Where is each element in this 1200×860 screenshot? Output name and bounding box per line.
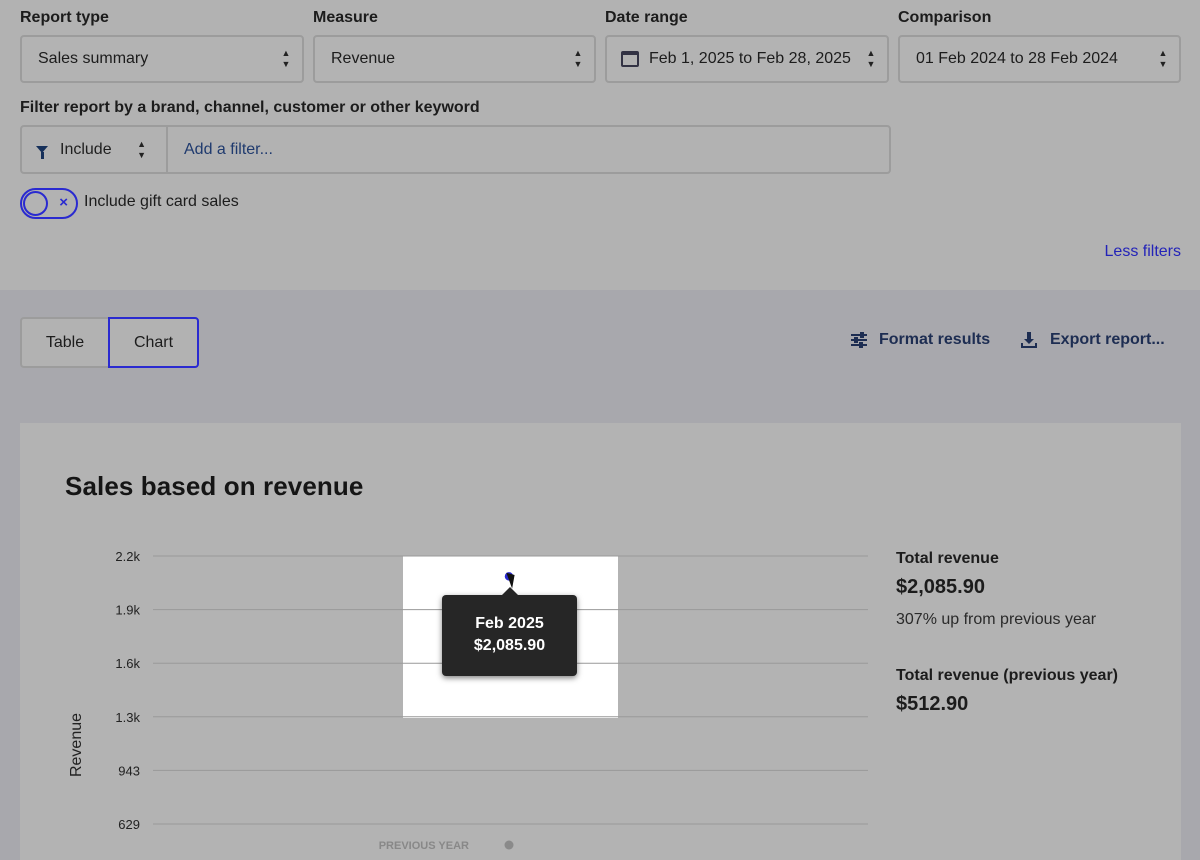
y-tick-label: 943 xyxy=(118,763,140,778)
tooltip-period: Feb 2025 xyxy=(475,615,544,632)
revenue-stats: Total revenue $2,085.90 307% up from pre… xyxy=(896,550,1118,716)
select-stepper-icon: ▲ ▼ xyxy=(1158,48,1168,69)
results-area: Table Chart Format results Export report… xyxy=(0,290,1200,860)
y-axis-label: Revenue xyxy=(68,713,85,777)
comparison-value: 01 Feb 2024 to 28 Feb 2024 xyxy=(916,50,1118,67)
measure-select[interactable]: Revenue ▲ ▼ xyxy=(313,35,596,83)
view-tabs: Table Chart xyxy=(20,317,199,368)
keyword-filter: Include ▲ ▼ xyxy=(20,125,891,174)
export-report-label: Export report... xyxy=(1050,331,1165,348)
y-tick-label: 1.3k xyxy=(115,710,140,725)
legend-previous-year-label: PREVIOUS YEAR xyxy=(379,840,469,852)
date-range-value: Feb 1, 2025 to Feb 28, 2025 xyxy=(649,50,851,67)
measure-label: Measure xyxy=(313,9,378,26)
chart-card: Sales based on revenue 2.2k 1.9k 1.6k 1.3k 9… xyxy=(20,423,1181,860)
gift-card-toggle[interactable]: × xyxy=(20,188,78,219)
total-revenue-label: Total revenue xyxy=(896,550,999,567)
report-type-select[interactable]: Sales summary ▲ ▼ xyxy=(20,35,304,83)
download-icon xyxy=(1021,332,1037,348)
report-type-label: Report type xyxy=(20,9,109,26)
y-tick-label: 1.9k xyxy=(115,603,140,618)
funnel-icon xyxy=(36,146,48,159)
tab-table[interactable]: Table xyxy=(20,317,108,368)
include-mode-select[interactable]: Include ▲ ▼ xyxy=(22,127,168,172)
less-filters-link[interactable]: Less filters xyxy=(1105,243,1181,261)
toggle-knob xyxy=(23,191,48,216)
format-results-label: Format results xyxy=(879,331,991,348)
select-stepper-icon: ▲ ▼ xyxy=(866,48,876,69)
filters-panel: Report type Sales summary ▲ ▼ Measure Rev… xyxy=(0,0,1200,290)
y-tick-label: 629 xyxy=(118,817,140,832)
revenue-change-note: 307% up from previous year xyxy=(896,611,1097,628)
close-icon: × xyxy=(59,194,68,211)
total-revenue-value: $2,085.90 xyxy=(896,576,985,598)
tab-chart[interactable]: Chart xyxy=(108,317,199,368)
sliders-icon xyxy=(851,332,867,348)
date-range-label: Date range xyxy=(605,9,688,26)
y-tick-label: 2.2k xyxy=(115,549,140,564)
format-results-button[interactable]: Format results xyxy=(851,331,990,349)
legend-previous-year-marker xyxy=(504,840,514,850)
gift-card-toggle-label: Include gift card sales xyxy=(84,193,239,210)
comparison-select[interactable]: 01 Feb 2024 to 28 Feb 2024 ▲ ▼ xyxy=(898,35,1181,83)
y-tick-label: 1.6k xyxy=(115,656,140,671)
comparison-label: Comparison xyxy=(898,9,992,26)
chart-tooltip: Feb 2025 $2,085.90 xyxy=(442,587,577,676)
previous-revenue-label: Total revenue (previous year) xyxy=(896,667,1118,684)
calendar-icon xyxy=(621,51,639,67)
previous-revenue-value: $512.90 xyxy=(896,693,969,715)
keyword-filter-input[interactable] xyxy=(168,127,889,172)
tooltip-value: $2,085.90 xyxy=(473,637,546,654)
select-stepper-icon: ▲ ▼ xyxy=(573,48,583,69)
include-mode-value: Include xyxy=(60,140,112,158)
select-stepper-icon: ▲ ▼ xyxy=(281,48,291,69)
export-report-button[interactable]: Export report... xyxy=(1021,331,1165,349)
select-stepper-icon: ▲ ▼ xyxy=(137,138,147,160)
measure-value: Revenue xyxy=(331,50,396,67)
report-type-value: Sales summary xyxy=(38,50,149,67)
keyword-filter-label: Filter report by a brand, channel, custo… xyxy=(20,99,480,116)
date-range-select[interactable]: Feb 1, 2025 to Feb 28, 2025 ▲ ▼ xyxy=(605,35,889,83)
